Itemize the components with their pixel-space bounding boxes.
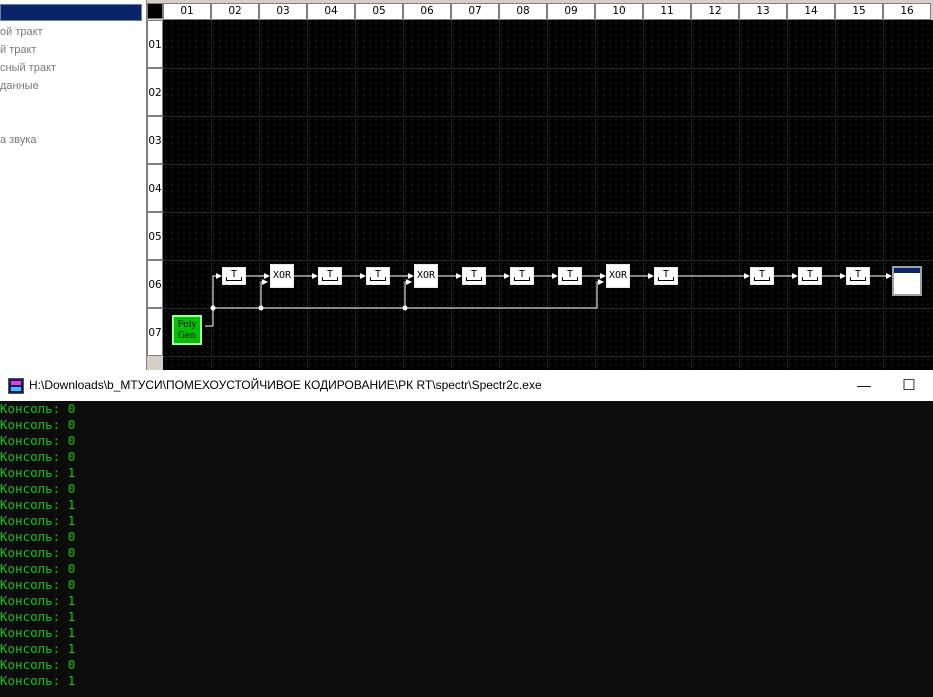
- tree-item[interactable]: ой тракт: [0, 26, 43, 38]
- delay-block[interactable]: T: [510, 267, 534, 285]
- row-header: 06: [147, 260, 163, 308]
- console-line: Консоль: 1: [0, 641, 76, 656]
- poly-gen-block[interactable]: Poly Gen: [172, 315, 202, 345]
- row-header: 07: [147, 308, 163, 356]
- display-titlebar: [894, 268, 920, 273]
- console-line: Консоль: 0: [0, 481, 76, 496]
- schematic-canvas[interactable]: T XOR T T XOR T T T XOR T T T T Poly Gen: [163, 20, 933, 370]
- console-line: Консоль: 1: [0, 497, 76, 512]
- column-header: 15: [835, 3, 883, 20]
- column-header: 14: [787, 3, 835, 20]
- column-header: 13: [739, 3, 787, 20]
- console-line: Консоль: 0: [0, 577, 76, 592]
- tree-item[interactable]: данные: [0, 80, 39, 92]
- column-header: 11: [643, 3, 691, 20]
- console-line: Консоль: 1: [0, 609, 76, 624]
- junction: [210, 305, 216, 311]
- window-title: H:\Downloads\b_МТУСИ\ПОМЕХОУСТОЙЧИВОЕ КО…: [29, 378, 542, 392]
- row-header: 03: [147, 116, 163, 164]
- feedback-tap-1: [260, 279, 268, 308]
- column-header: 07: [451, 3, 499, 20]
- tree-item[interactable]: сный тракт: [0, 62, 56, 74]
- xor-block[interactable]: XOR: [414, 264, 438, 288]
- maximize-button[interactable]: ☐: [895, 370, 923, 401]
- delay-block[interactable]: T: [318, 267, 342, 285]
- console-line: Консоль: 0: [0, 561, 76, 576]
- console-line: Консоль: 0: [0, 529, 76, 544]
- console-line: Консоль: 1: [0, 673, 76, 688]
- wire-layer: [205, 273, 892, 327]
- console-line: Консоль: 1: [0, 625, 76, 640]
- tree-item[interactable]: а звука: [0, 134, 37, 146]
- column-header: 10: [595, 3, 643, 20]
- schematic-grid: 01 02 03 04 05 06 07 08 09 10 11 12 13 14 15 16 01 02 03 0…: [147, 3, 933, 370]
- console-line: Консоль: 1: [0, 593, 76, 608]
- console-titlebar[interactable]: H:\Downloads\b_МТУСИ\ПОМЕХОУСТОЙЧИВОЕ КО…: [0, 370, 933, 401]
- delay-block[interactable]: T: [222, 267, 246, 285]
- delay-block[interactable]: T: [462, 267, 486, 285]
- feedback-tap-2: [404, 279, 412, 308]
- junction: [258, 305, 264, 311]
- column-header: 04: [307, 3, 355, 20]
- delay-block[interactable]: T: [366, 267, 390, 285]
- grid-corner: [147, 3, 163, 19]
- app-icon: [8, 378, 24, 394]
- console-line: Консоль: 1: [0, 465, 76, 480]
- console-line: Консоль: 0: [0, 545, 76, 560]
- xor-block[interactable]: XOR: [606, 264, 630, 288]
- console-line: Консоль: 1: [0, 513, 76, 528]
- delay-block[interactable]: T: [750, 267, 774, 285]
- console-line: Консоль: 0: [0, 417, 76, 432]
- tree-item[interactable]: й тракт: [0, 44, 36, 56]
- display-block[interactable]: [892, 266, 922, 296]
- delay-block[interactable]: T: [798, 267, 822, 285]
- column-header: 12: [691, 3, 739, 20]
- schematic-editor-window: ой тракт й тракт сный тракт данные а зву…: [0, 0, 933, 370]
- minimize-button[interactable]: —: [850, 370, 878, 401]
- feedback-wire: [205, 279, 604, 327]
- row-header: 04: [147, 164, 163, 212]
- xor-block[interactable]: XOR: [270, 264, 294, 288]
- delay-block[interactable]: T: [846, 267, 870, 285]
- delay-block[interactable]: T: [558, 267, 582, 285]
- console-line: Консоль: 0: [0, 401, 76, 416]
- input-wire: [212, 273, 222, 308]
- column-header: 03: [259, 3, 307, 20]
- console-output: Консоль: 0 Консоль: 0 Консоль: 0 Консоль: 0…: [0, 401, 933, 689]
- column-header: 09: [547, 3, 595, 20]
- console-line: Консоль: 0: [0, 657, 76, 672]
- delay-block[interactable]: T: [654, 267, 678, 285]
- console-line: Консоль: 0: [0, 449, 76, 464]
- panel-header: [0, 4, 142, 21]
- row-header: 05: [147, 212, 163, 260]
- junction: [402, 305, 408, 311]
- console-line: Консоль: 0: [0, 433, 76, 448]
- console-window: H:\Downloads\b_МТУСИ\ПОМЕХОУСТОЙЧИВОЕ КО…: [0, 370, 933, 697]
- column-header: 08: [499, 3, 547, 20]
- column-header: 16: [883, 3, 931, 20]
- row-header: 02: [147, 68, 163, 116]
- row-header: 01: [147, 20, 163, 68]
- block-tree-panel: ой тракт й тракт сный тракт данные а зву…: [0, 0, 147, 370]
- column-header: 02: [211, 3, 259, 20]
- column-header: 06: [403, 3, 451, 20]
- column-header: 05: [355, 3, 403, 20]
- column-header: 01: [163, 3, 211, 20]
